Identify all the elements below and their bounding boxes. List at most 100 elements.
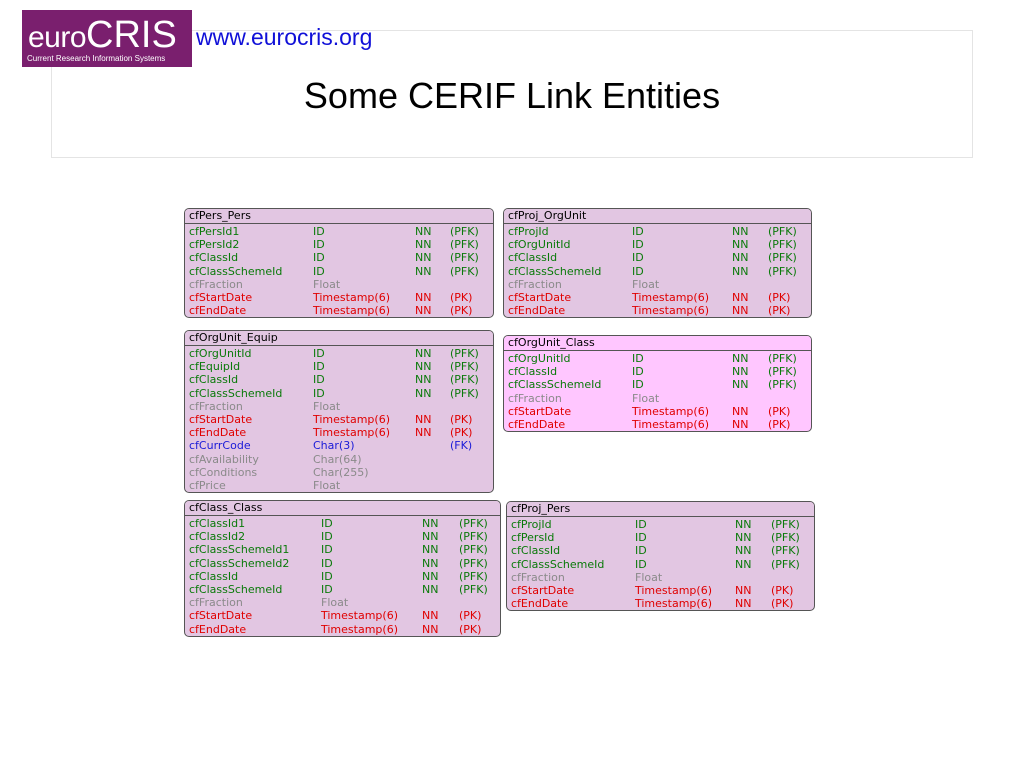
attribute-key: (PFK) [450, 238, 479, 252]
attribute-name: cfOrgUnitId [508, 352, 571, 365]
entity-name: cfOrgUnit_Class [504, 336, 811, 351]
attribute-key: (PK) [771, 583, 794, 597]
attribute-type: ID [321, 582, 333, 596]
attribute-type: Char(3) [313, 439, 355, 453]
attribute-type: ID [632, 352, 644, 365]
website-url[interactable]: www.eurocris.org [196, 24, 372, 51]
attribute-name: cfPersId2 [189, 238, 240, 252]
attribute-type: Char(64) [313, 452, 362, 466]
attribute-name: cfStartDate [511, 583, 575, 597]
attribute-row: cfEndDate Timestamp(6) NN (PK) [185, 426, 493, 439]
attribute-type: ID [632, 225, 644, 238]
attribute-name: cfClassSchemeId [508, 378, 602, 392]
attribute-name: cfFraction [189, 277, 243, 291]
logo-wordmark: euroCRIS [28, 14, 177, 57]
attribute-row: cfAvailability Char(64) [185, 453, 493, 466]
attribute-name: cfClassId [189, 251, 239, 265]
attribute-name: cfClassSchemeId [189, 264, 283, 278]
attribute-type: Float [313, 399, 341, 413]
attribute-key: (PK) [459, 622, 482, 636]
attribute-key: (PFK) [459, 582, 488, 596]
attribute-not-null: NN [735, 583, 752, 597]
attribute-not-null: NN [732, 404, 749, 418]
attribute-row: cfProjId ID NN (PFK) [507, 518, 814, 531]
attribute-type: Timestamp(6) [632, 404, 709, 418]
attribute-type: ID [321, 517, 333, 530]
attribute-name: cfEndDate [189, 426, 247, 440]
attribute-key: (PFK) [450, 360, 479, 374]
attribute-name: cfClassId [511, 544, 561, 558]
attribute-row: cfEndDate Timestamp(6) NN (PK) [185, 304, 493, 317]
attribute-key: (PFK) [768, 352, 797, 365]
attribute-type: Timestamp(6) [632, 304, 709, 318]
attribute-row: cfPrice Float [185, 479, 493, 492]
attribute-type: Timestamp(6) [632, 417, 709, 431]
entity-cfPers_Pers: cfPers_Pers cfPersId1 ID NN (PFK) cfPersId2 I… [184, 208, 494, 319]
attribute-name: cfConditions [189, 465, 258, 479]
attribute-type: ID [635, 531, 647, 545]
attribute-key: (PFK) [768, 225, 797, 238]
attribute-not-null: NN [422, 582, 439, 596]
attribute-name: cfEndDate [511, 597, 569, 611]
attribute-key: (PFK) [768, 251, 797, 265]
attribute-type: Timestamp(6) [313, 426, 390, 440]
attribute-row: cfClassId ID NN (PFK) [185, 373, 493, 386]
attribute-row: cfClassSchemeId ID NN (PFK) [185, 583, 500, 596]
attribute-type: ID [313, 251, 325, 265]
attribute-not-null: NN [415, 251, 432, 265]
attribute-not-null: NN [415, 238, 432, 252]
attribute-name: cfClassId [508, 365, 558, 379]
attribute-key: (PK) [768, 304, 791, 318]
attribute-key: (PK) [450, 304, 473, 318]
attribute-key: (PFK) [459, 530, 488, 544]
attribute-not-null: NN [415, 304, 432, 318]
attribute-key: (PFK) [768, 264, 797, 278]
attribute-type: ID [313, 386, 325, 400]
attribute-not-null: NN [422, 569, 439, 583]
attribute-row: cfOrgUnitId ID NN (PFK) [504, 238, 811, 251]
attribute-key: (PFK) [771, 531, 800, 545]
attribute-name: cfClassId1 [189, 517, 246, 530]
attribute-row: cfOrgUnitId ID NN (PFK) [504, 352, 811, 365]
attribute-key: (PK) [450, 290, 473, 304]
attribute-row: cfFraction Float [185, 596, 500, 609]
attribute-row: cfStartDate Timestamp(6) NN (PK) [185, 413, 493, 426]
attribute-type: Timestamp(6) [632, 290, 709, 304]
attribute-type: ID [313, 347, 325, 360]
attribute-type: Float [632, 277, 660, 291]
attribute-name: cfFraction [189, 399, 243, 413]
attribute-row: cfCurrCode Char(3) (FK) [185, 439, 493, 452]
attribute-type: Float [321, 596, 349, 610]
attribute-row: cfEndDate Timestamp(6) NN (PK) [185, 623, 500, 636]
attribute-row: cfClassSchemeId ID NN (PFK) [504, 378, 811, 391]
attribute-name: cfStartDate [189, 412, 253, 426]
attribute-type: ID [321, 543, 333, 557]
attribute-name: cfAvailability [189, 452, 259, 466]
attribute-name: cfFraction [508, 277, 562, 291]
attribute-not-null: NN [422, 530, 439, 544]
attribute-key: (PFK) [768, 365, 797, 379]
attribute-type: ID [321, 569, 333, 583]
attribute-not-null: NN [415, 412, 432, 426]
entity-cfProj_OrgUnit: cfProj_OrgUnit cfProjId ID NN (PFK) cfOrgUni… [503, 208, 812, 319]
attribute-row: cfStartDate Timestamp(6) NN (PK) [507, 584, 814, 597]
attribute-type: Timestamp(6) [635, 583, 712, 597]
attribute-key: (PFK) [459, 569, 488, 583]
attribute-not-null: NN [415, 264, 432, 278]
attribute-not-null: NN [735, 531, 752, 545]
attribute-key: (PK) [768, 417, 791, 431]
attribute-not-null: NN [735, 597, 752, 611]
attribute-not-null: NN [422, 556, 439, 570]
attribute-not-null: NN [732, 378, 749, 392]
attribute-name: cfOrgUnitId [508, 238, 571, 252]
attribute-type: ID [313, 373, 325, 387]
attribute-name: cfClassSchemeId [508, 264, 602, 278]
attribute-not-null: NN [422, 543, 439, 557]
attribute-name: cfEndDate [189, 622, 247, 636]
attribute-row: cfEndDate Timestamp(6) NN (PK) [504, 304, 811, 317]
attribute-name: cfStartDate [189, 609, 253, 623]
attribute-not-null: NN [415, 360, 432, 374]
attribute-name: cfStartDate [508, 290, 572, 304]
attribute-row: cfOrgUnitId ID NN (PFK) [185, 347, 493, 360]
attribute-key: (PFK) [450, 386, 479, 400]
